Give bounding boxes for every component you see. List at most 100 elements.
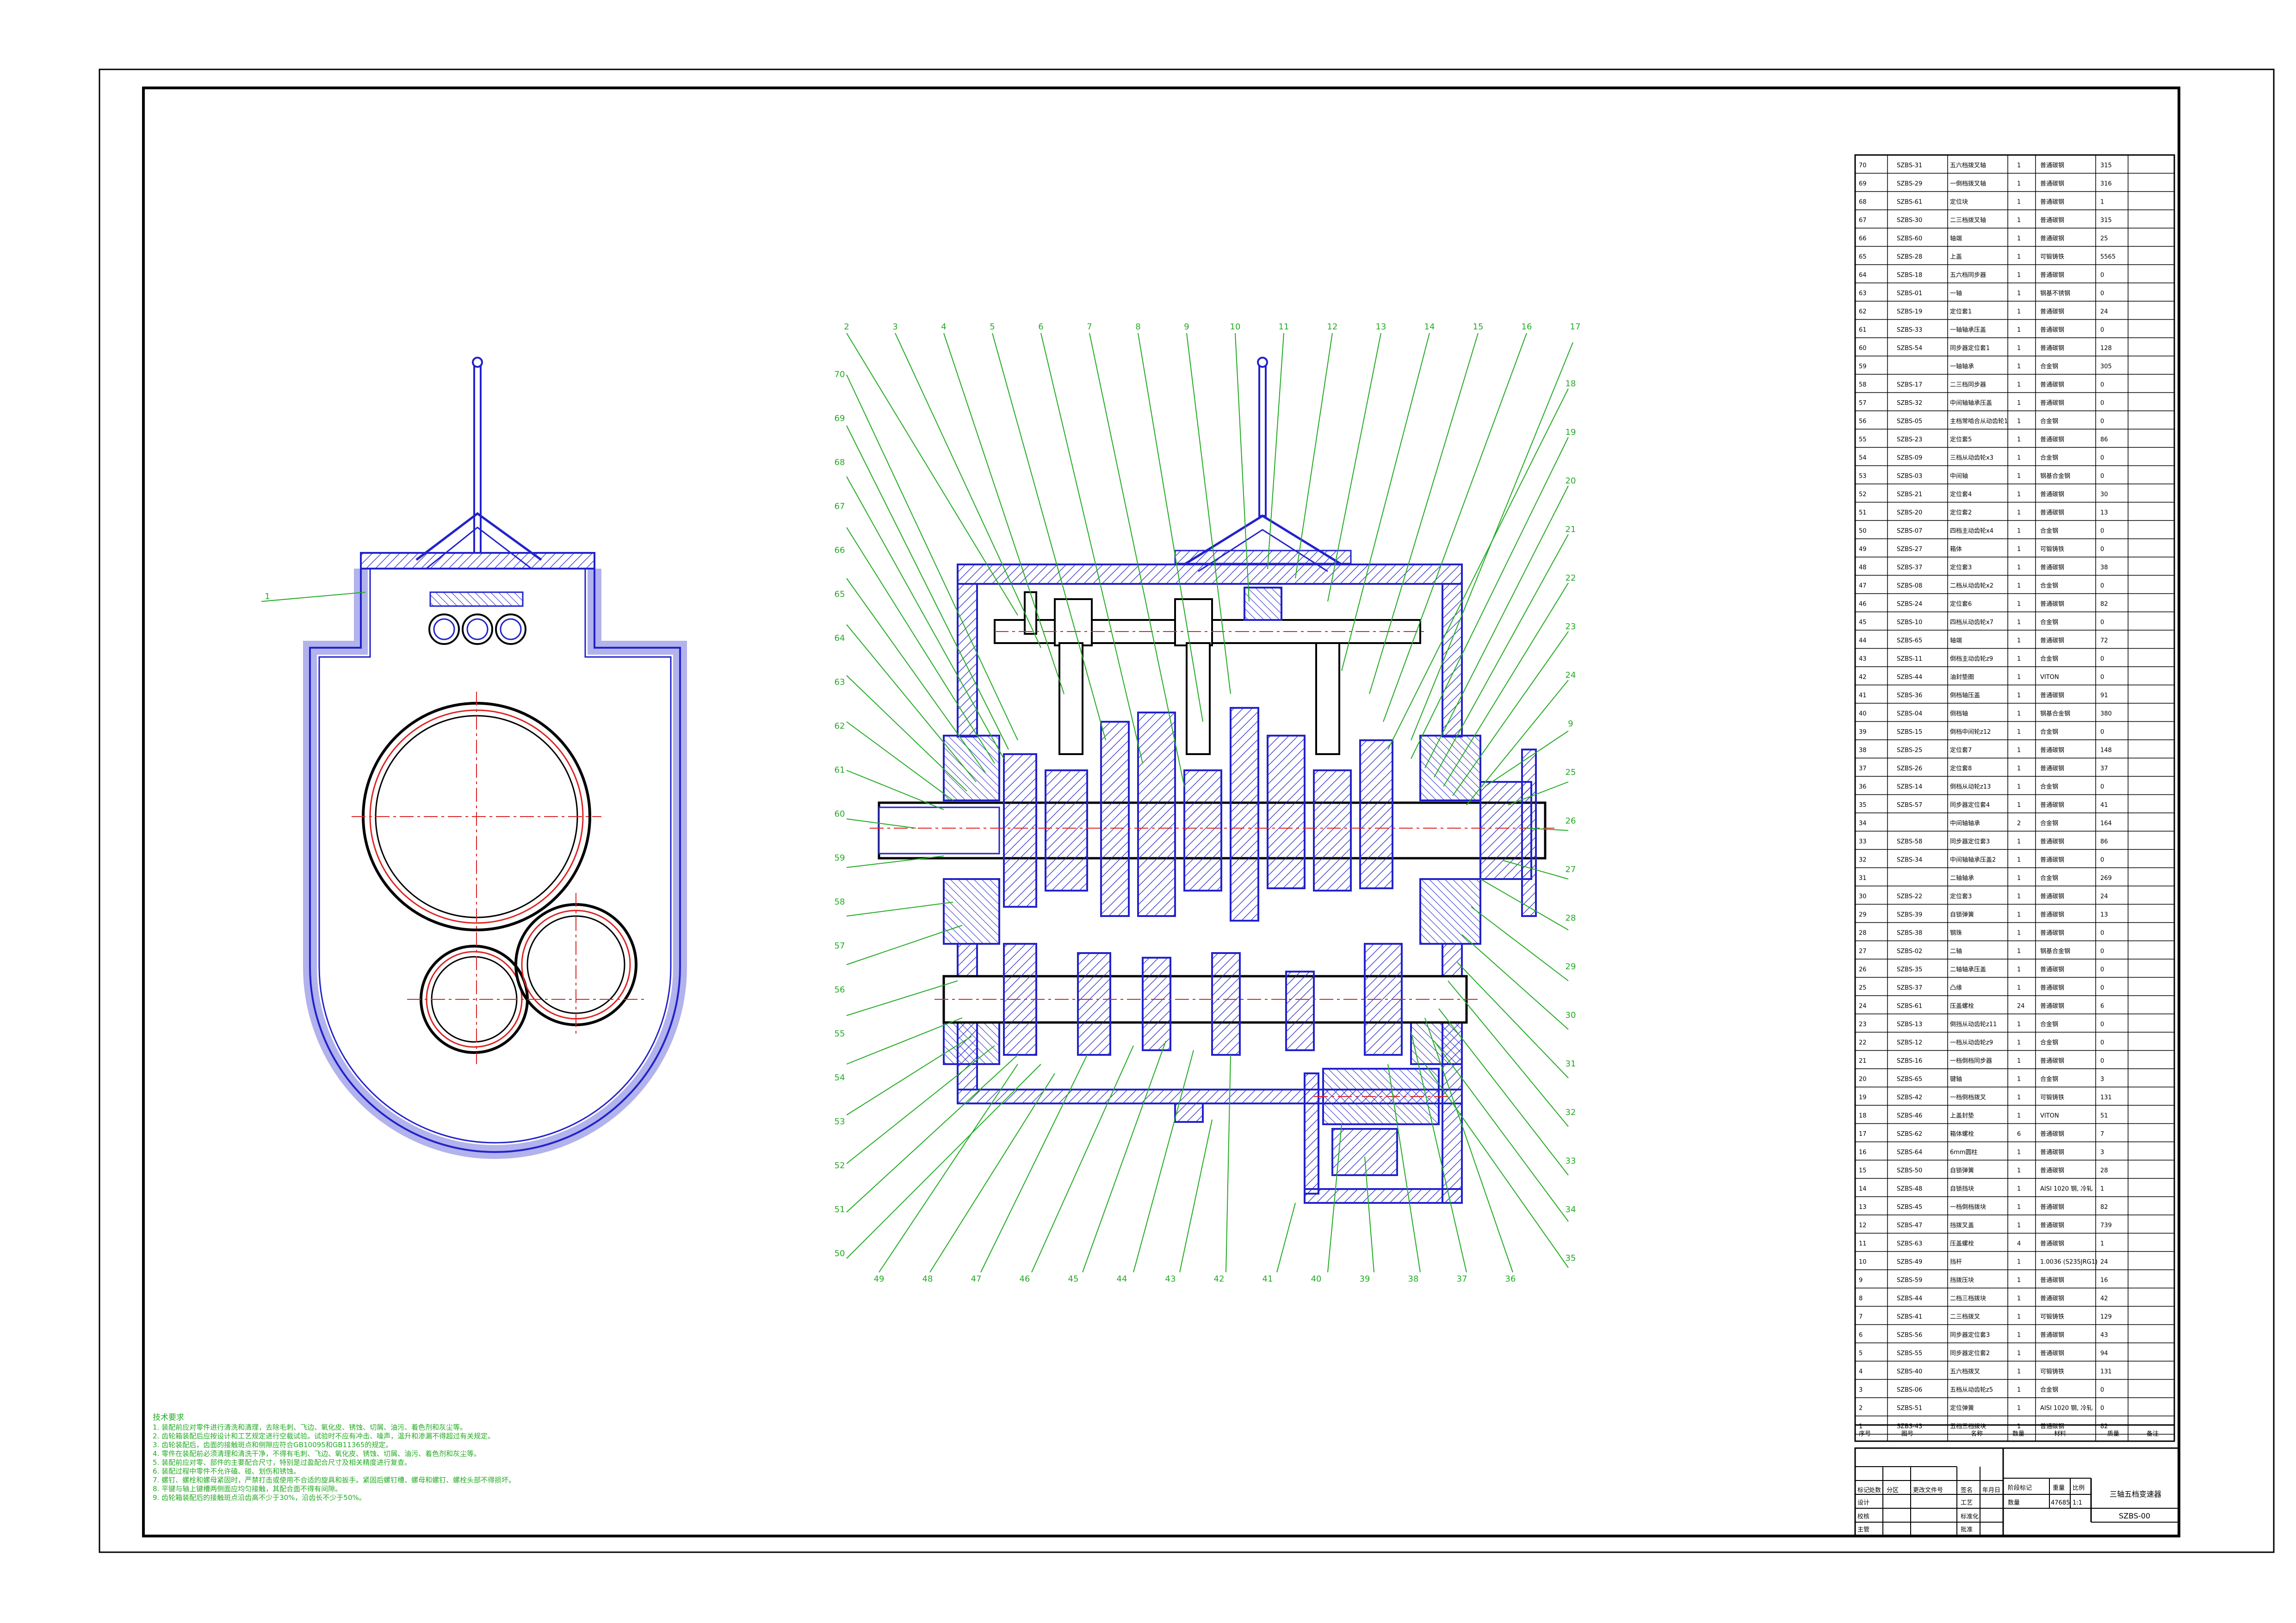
bom-cell: 二轴 <box>1950 948 1962 955</box>
bom-cell: 普通碳钢 <box>2040 1003 2064 1010</box>
tb-scale-value: 1:1 <box>2073 1499 2082 1506</box>
drawing-number: SZBS-00 <box>2119 1511 2150 1520</box>
bom-cell: 9 <box>1859 1277 1863 1284</box>
bom-cell: 五六档拨叉 <box>1950 1369 1980 1375</box>
bom-cell: SZBS-32 <box>1897 400 1922 407</box>
bom-cell: 定位套5 <box>1950 436 1972 443</box>
notes-list: 1. 装配前应对零件进行清洗和清理，去除毛刺、飞边、氧化皮、锈蚀、切屑、油污、着… <box>153 1423 662 1502</box>
bom-cell: 42 <box>1859 674 1867 681</box>
bom-cell: SZBS-37 <box>1897 564 1922 571</box>
balloon-number: 15 <box>1473 322 1484 332</box>
bom-cell: 普通碳钢 <box>2040 1423 2064 1430</box>
bom-cell: 1 <box>2017 674 2021 681</box>
bom-cell: 合金钢 <box>2040 619 2058 626</box>
bom-cell: SZBS-12 <box>1897 1040 1922 1047</box>
bom-cell: AISI 1020 钢, 冷轧 <box>2040 1405 2092 1412</box>
balloon-number: 22 <box>1566 573 1576 583</box>
bom-cell: VITON <box>2040 674 2059 681</box>
bom-cell: 键轴 <box>1950 1076 1962 1083</box>
bom-cell: 67 <box>1859 217 1867 224</box>
balloon-number: 61 <box>835 765 845 775</box>
bom-cell: 380 <box>2100 711 2112 718</box>
balloon-number: 36 <box>1505 1274 1516 1284</box>
bom-cell: SZBS-27 <box>1897 546 1922 553</box>
bom-cell: 定位块 <box>1950 199 1968 206</box>
bom-cell: SZBS-03 <box>1897 473 1922 480</box>
balloon-number: 38 <box>1408 1274 1419 1284</box>
bom-table: 70 SZBS-31 五六档拨叉轴 1 普通碳钢 31569 SZBS-29 一倒档拨叉轴 1 普… <box>1854 154 2175 1442</box>
bom-cell: SZBS-07 <box>1897 528 1922 535</box>
bom-cell: 56 <box>1859 418 1867 425</box>
bom-cell: 315 <box>2100 162 2112 169</box>
bom-cell: 1 <box>2017 491 2021 498</box>
balloon-number: 14 <box>1424 322 1435 332</box>
bom-cell: 可锻铸铁 <box>2040 253 2064 260</box>
balloon-number: 9 <box>1184 322 1189 332</box>
note-item: 7. 螺钉、螺栓和螺母紧固时，严禁打击或使用不合适的旋具和扳手。紧固后螺钉槽、螺… <box>153 1476 516 1484</box>
bom-cell: 0 <box>2100 418 2104 425</box>
balloon-number: 44 <box>1117 1274 1127 1284</box>
bom-cell: 47 <box>1859 582 1867 589</box>
balloon-number: 2 <box>844 322 849 332</box>
bom-cell: 0 <box>2100 582 2104 589</box>
bom-cell: 1 <box>2017 1369 2021 1375</box>
bom-cell: 二档从动齿轮x2 <box>1950 582 1993 589</box>
bom-cell: 0 <box>2100 455 2104 462</box>
bom-cell: 定位套8 <box>1950 765 1972 772</box>
note-item: 9. 齿轮箱装配后的接触斑点沿齿高不少于30%，沿齿长不少于50%。 <box>153 1493 366 1502</box>
bom-cell: 7 <box>1859 1313 1863 1320</box>
bom-cell: 7 <box>2100 1131 2104 1138</box>
note-item: 5. 装配前应对零、部件的主要配合尺寸，特别是过盈配合尺寸及相关精度进行复查。 <box>153 1458 412 1467</box>
bom-cell: 倒挡从动齿轮z11 <box>1950 1021 1997 1028</box>
balloon-number: 46 <box>1020 1274 1030 1284</box>
bom-cell: 19 <box>1859 1094 1867 1101</box>
balloon-number: 34 <box>1566 1205 1576 1214</box>
balloon-number: 41 <box>1262 1274 1273 1284</box>
bom-cell: 1 <box>2017 382 2021 389</box>
bom-cell: 1 <box>2100 199 2104 206</box>
balloon-number: 59 <box>835 853 845 863</box>
bom-cell: 普通碳钢 <box>2040 1222 2064 1229</box>
bom-cell: 24 <box>2100 1259 2108 1266</box>
bom-cell: 1 <box>2017 455 2021 462</box>
bom-cell: SZBS-57 <box>1897 802 1922 809</box>
bom-cell: SZBS-35 <box>1897 966 1922 973</box>
bom-cell: 合金钢 <box>2040 874 2058 882</box>
bom-cell: 普通碳钢 <box>2040 199 2064 206</box>
tb-date: 年月日 <box>1982 1487 2000 1494</box>
bom-cell: SZBS-58 <box>1897 838 1922 845</box>
bom-cell: 压盖螺栓 <box>1950 1240 1974 1247</box>
tb-weight-label: 重量 <box>2053 1484 2065 1492</box>
bom-cell: SZBS-10 <box>1897 619 1922 626</box>
bom-cell: 24 <box>2100 893 2108 900</box>
bom-cell: 64 <box>1859 272 1867 279</box>
bom-cell: 普通碳钢 <box>2040 1240 2064 1247</box>
bom-cell: 48 <box>1859 564 1867 571</box>
bom-cell: 普通碳钢 <box>2040 1149 2064 1156</box>
bom-cell: SZBS-64 <box>1897 1149 1922 1156</box>
bom-cell: 24 <box>2017 1003 2025 1010</box>
bom-cell: 6 <box>2100 1003 2104 1010</box>
balloon-number: 62 <box>835 721 845 731</box>
notes-title: 技术要求 <box>153 1413 184 1422</box>
bom-cell: 40 <box>1859 711 1867 718</box>
bom-cell: 一档从动齿轮z9 <box>1950 1040 1993 1047</box>
bom-cell: 1 <box>2017 546 2021 553</box>
bom-cell: 26 <box>1859 966 1867 973</box>
bom-cell: 1 <box>2017 254 2021 260</box>
balloon-number: 53 <box>835 1117 845 1127</box>
bom-cell: 18 <box>1859 1113 1867 1120</box>
bom-cell: 1 <box>2017 1076 2021 1083</box>
bom-cell: 63 <box>1859 290 1867 297</box>
bom-cell: 1 <box>2017 948 2021 955</box>
bom-cell: 35 <box>1859 802 1867 809</box>
bom-cell: 131 <box>2100 1369 2112 1375</box>
bom-cell: 普通碳钢 <box>2040 747 2064 754</box>
bom-cell: 中间轴轴承 <box>1950 820 1980 827</box>
bom-cell: 合金钢 <box>2040 820 2058 827</box>
bom-cell: 34 <box>1859 820 1867 827</box>
note-item: 3. 齿轮装配后，齿面的接触斑点和侧隙应符合GB10095和GB11365的规定… <box>153 1441 393 1449</box>
balloon-number: 28 <box>1566 913 1576 923</box>
bom-cell: 钢基合金钢 <box>2040 948 2070 955</box>
bom-cell: 41 <box>2100 802 2108 809</box>
